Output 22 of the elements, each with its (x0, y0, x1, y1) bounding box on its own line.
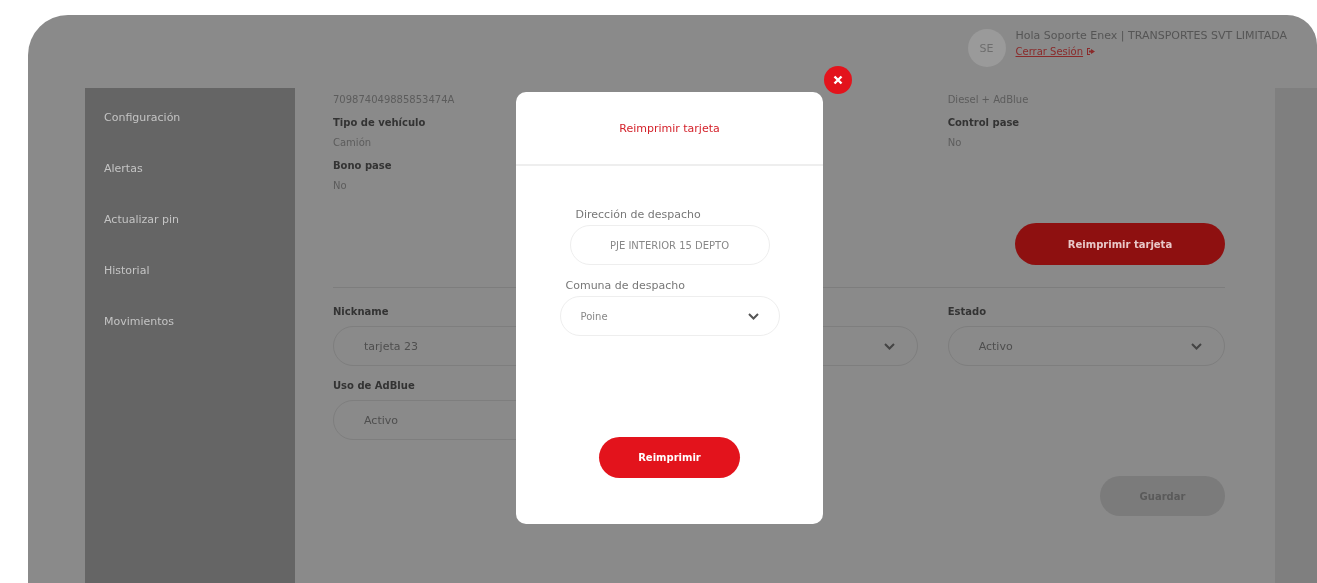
sidebar-item[interactable]: Configuración (104, 108, 295, 127)
chevron-down-icon (1191, 342, 1202, 350)
reprint-button[interactable]: Reimprimir (599, 437, 740, 478)
field-label: Uso de AdBlue (333, 380, 415, 392)
dialog-title: Reimprimir tarjeta (516, 92, 823, 166)
logout-icon (1086, 47, 1097, 56)
field-label: Estado (947, 306, 986, 318)
sidebar-item[interactable]: Historial (104, 261, 295, 280)
field-label: Dirección de despacho (574, 208, 702, 221)
sidebar-item[interactable]: Alertas (104, 159, 295, 178)
reprint-card-button[interactable]: Reimprimir tarjeta (1015, 223, 1225, 265)
field-label: Bono pase (333, 160, 392, 172)
field-label: Tipo de vehículo (333, 117, 426, 129)
sidebar-item[interactable]: Actualizar pin (104, 210, 295, 229)
chevron-down-icon (883, 342, 895, 350)
chevron-down-icon (747, 312, 759, 320)
field-label: Nickname (333, 306, 389, 318)
sidebar-item[interactable]: Movimientos (104, 312, 295, 331)
close-icon (833, 75, 843, 85)
field-label: Control pase (947, 117, 1020, 129)
field-label: Comuna de despacho (564, 279, 686, 292)
logout-link[interactable]: Cerrar Sesión (1015, 46, 1097, 57)
